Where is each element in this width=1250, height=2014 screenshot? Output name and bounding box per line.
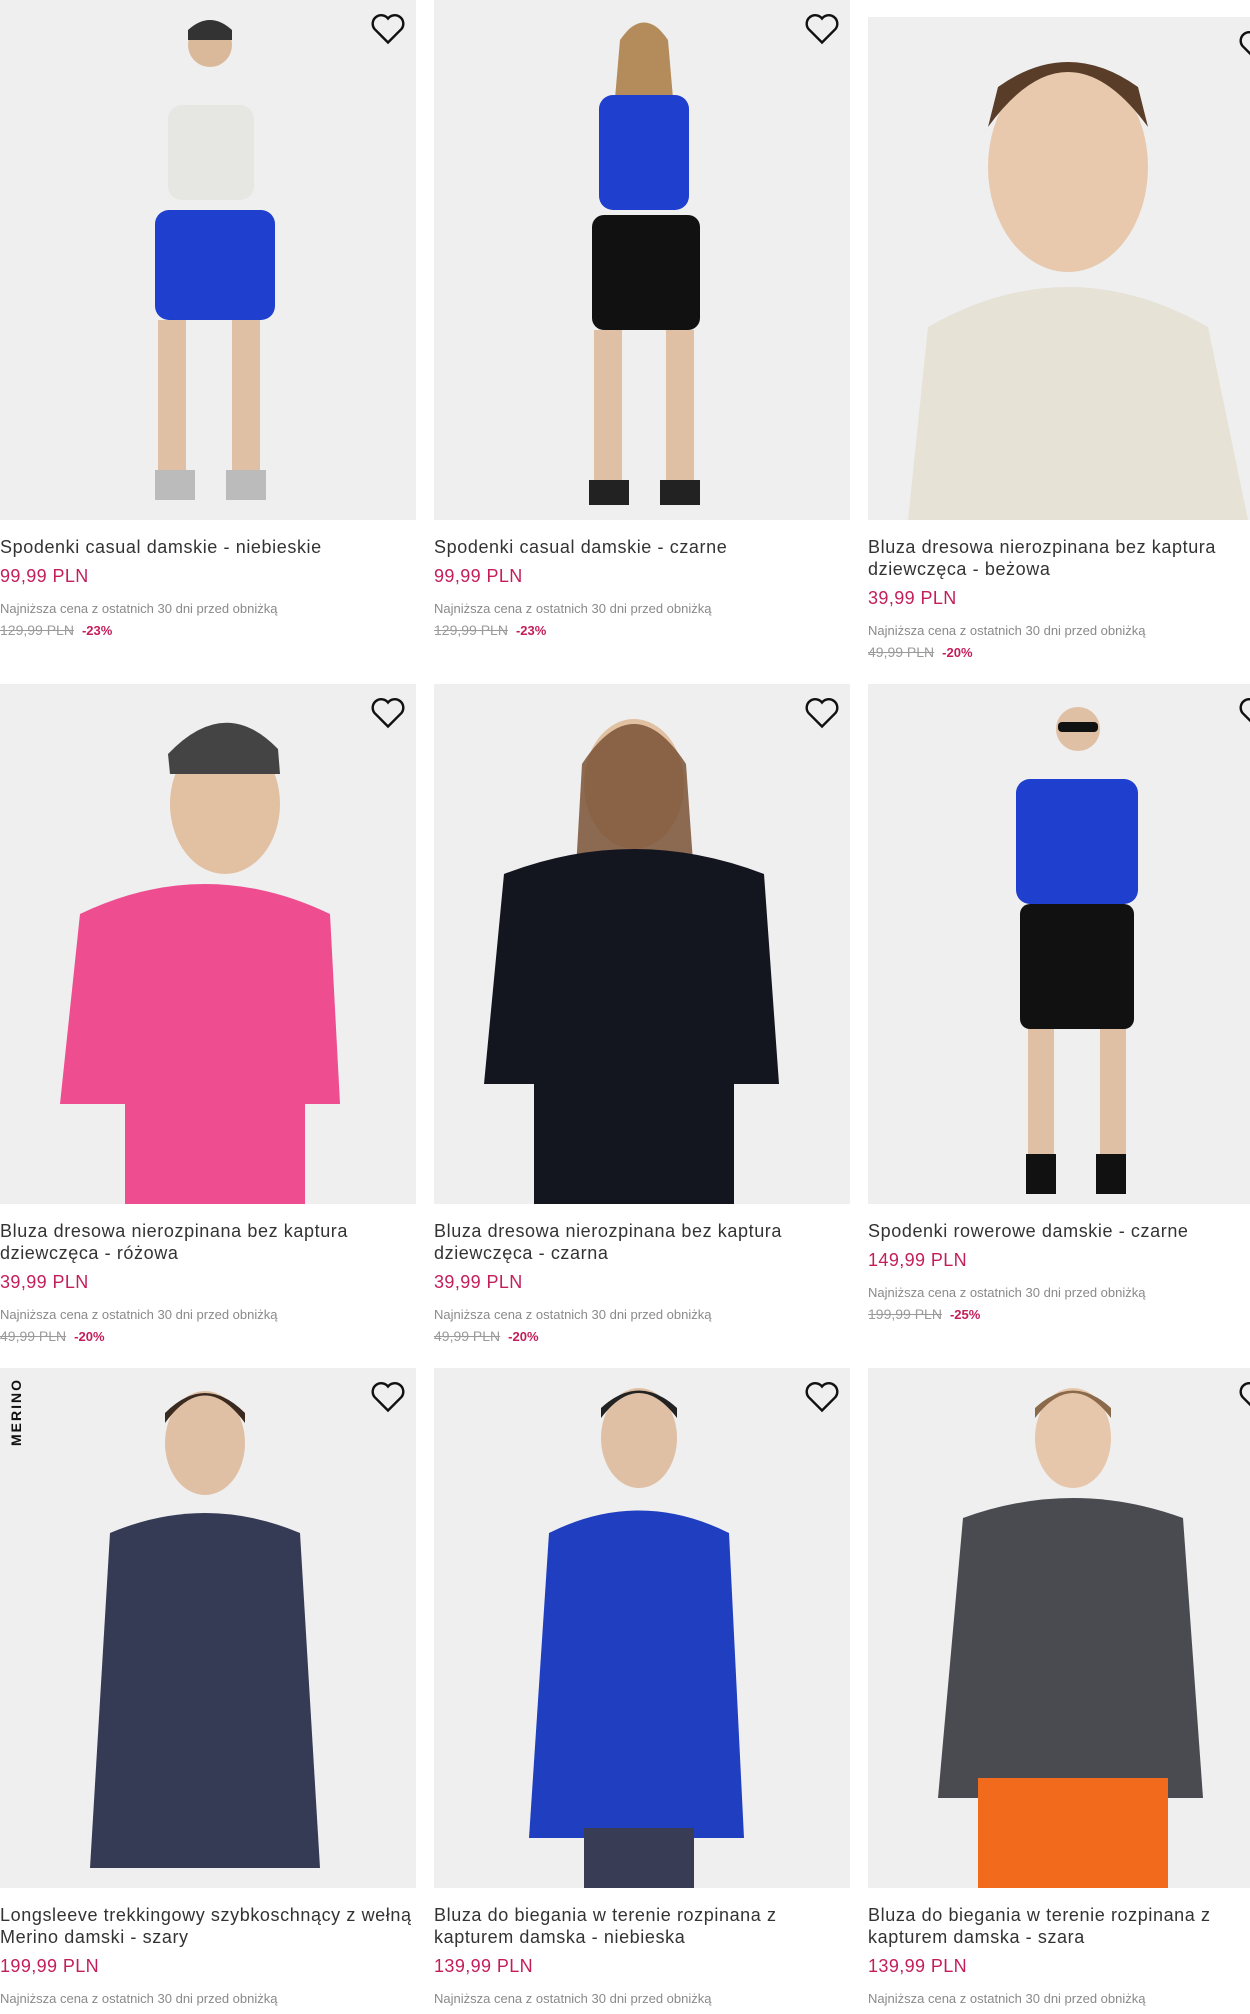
product-card[interactable]: Bluza do biegania w terenie rozpinana z … (434, 1368, 850, 2006)
old-price: 49,99 PLN (0, 1328, 67, 1344)
old-price: 49,99 PLN (868, 644, 935, 660)
lowest-price-label: Najniższa cena z ostatnich 30 dni przed … (868, 1285, 1146, 1300)
wishlist-heart-icon[interactable] (804, 12, 840, 46)
product-image[interactable]: MERINO (0, 1368, 416, 1888)
product-title[interactable]: Bluza dresowa nierozpinana bez kaptura d… (434, 1220, 850, 1264)
product-title[interactable]: Bluza dresowa nierozpinana bez kaptura d… (0, 1220, 416, 1264)
discount-badge: -23% (81, 623, 113, 638)
discount-badge: -25% (949, 1307, 981, 1322)
product-image[interactable] (0, 0, 416, 520)
old-price: 49,99 PLN (434, 1328, 501, 1344)
product-card[interactable]: MERINO Longsleeve trekkingowy szybkoschn… (0, 1368, 416, 2006)
lowest-price-label: Najniższa cena z ostatnich 30 dni przed … (0, 1991, 278, 2006)
product-photo (529, 1388, 744, 1888)
old-price-row: 49,99 PLN -20% (868, 644, 1250, 660)
lowest-price-label: Najniższa cena z ostatnich 30 dni przed … (0, 601, 278, 616)
lowest-price-label: Najniższa cena z ostatnich 30 dni przed … (0, 1307, 278, 1322)
old-price: 199,99 PLN (868, 1306, 942, 1322)
lowest-price-label: Najniższa cena z ostatnich 30 dni przed … (434, 1991, 712, 2006)
product-image[interactable] (434, 684, 850, 1204)
product-image[interactable] (868, 684, 1250, 1204)
product-image[interactable] (868, 17, 1250, 520)
product-card[interactable]: Spodenki casual damskie - niebieskie 99,… (0, 0, 416, 638)
product-photo (60, 722, 340, 1204)
product-title[interactable]: Spodenki rowerowe damskie - czarne (868, 1220, 1250, 1242)
product-title[interactable]: Bluza do biegania w terenie rozpinana z … (434, 1904, 850, 1948)
product-photo (1016, 707, 1138, 1194)
product-price: 139,99 PLN (434, 1956, 534, 1976)
product-image[interactable] (868, 1368, 1250, 1888)
wishlist-heart-icon[interactable] (370, 1380, 406, 1414)
wishlist-heart-icon[interactable] (1238, 696, 1250, 730)
product-photo (155, 20, 275, 500)
product-price: 199,99 PLN (0, 1956, 100, 1976)
product-image[interactable] (434, 0, 850, 520)
product-price: 149,99 PLN (868, 1250, 968, 1270)
wishlist-heart-icon[interactable] (1238, 29, 1250, 63)
old-price-row: 49,99 PLN -20% (434, 1328, 850, 1344)
product-image[interactable] (434, 1368, 850, 1888)
wishlist-heart-icon[interactable] (370, 12, 406, 46)
wishlist-heart-icon[interactable] (804, 696, 840, 730)
product-price: 99,99 PLN (0, 566, 89, 586)
wishlist-heart-icon[interactable] (370, 696, 406, 730)
product-photo (938, 1388, 1203, 1888)
product-card[interactable]: Bluza dresowa nierozpinana bez kaptura d… (868, 17, 1250, 660)
wishlist-heart-icon[interactable] (804, 1380, 840, 1414)
product-photo (90, 1391, 320, 1868)
product-price: 39,99 PLN (0, 1272, 89, 1292)
wishlist-heart-icon[interactable] (1238, 1380, 1250, 1414)
product-card[interactable]: Bluza dresowa nierozpinana bez kaptura d… (434, 684, 850, 1344)
product-price: 99,99 PLN (434, 566, 523, 586)
product-photo (484, 719, 779, 1204)
discount-badge: -23% (515, 623, 547, 638)
product-card[interactable]: Bluza dresowa nierozpinana bez kaptura d… (0, 684, 416, 1344)
product-title[interactable]: Bluza do biegania w terenie rozpinana z … (868, 1904, 1250, 1948)
product-title[interactable]: Bluza dresowa nierozpinana bez kaptura d… (868, 536, 1250, 580)
product-card[interactable]: Bluza do biegania w terenie rozpinana z … (868, 1368, 1250, 2006)
merino-badge: MERINO (8, 1378, 24, 1446)
lowest-price-label: Najniższa cena z ostatnich 30 dni przed … (434, 601, 712, 616)
lowest-price-label: Najniższa cena z ostatnich 30 dni przed … (434, 1307, 712, 1322)
discount-badge: -20% (508, 1329, 539, 1344)
product-photo (589, 22, 700, 505)
product-price: 39,99 PLN (868, 588, 957, 608)
discount-badge: -20% (942, 645, 973, 660)
product-image[interactable] (0, 684, 416, 1204)
old-price: 129,99 PLN (434, 622, 508, 638)
old-price: 129,99 PLN (0, 622, 74, 638)
product-price: 139,99 PLN (868, 1956, 968, 1976)
product-price: 39,99 PLN (434, 1272, 523, 1292)
product-title[interactable]: Spodenki casual damskie - czarne (434, 536, 850, 558)
product-title[interactable]: Spodenki casual damskie - niebieskie (0, 536, 416, 558)
product-photo (908, 62, 1248, 520)
old-price-row: 129,99 PLN -23% (434, 622, 850, 638)
lowest-price-label: Najniższa cena z ostatnich 30 dni przed … (868, 1991, 1146, 2006)
product-card[interactable]: Spodenki casual damskie - czarne 99,99 P… (434, 0, 850, 638)
lowest-price-label: Najniższa cena z ostatnich 30 dni przed … (868, 623, 1146, 638)
product-title[interactable]: Longsleeve trekkingowy szybkoschnący z w… (0, 1904, 416, 1948)
discount-badge: -20% (74, 1329, 105, 1344)
old-price-row: 49,99 PLN -20% (0, 1328, 416, 1344)
old-price-row: 129,99 PLN -23% (0, 622, 416, 638)
old-price-row: 199,99 PLN -25% (868, 1306, 1250, 1322)
product-card[interactable]: Spodenki rowerowe damskie - czarne 149,9… (868, 684, 1250, 1322)
